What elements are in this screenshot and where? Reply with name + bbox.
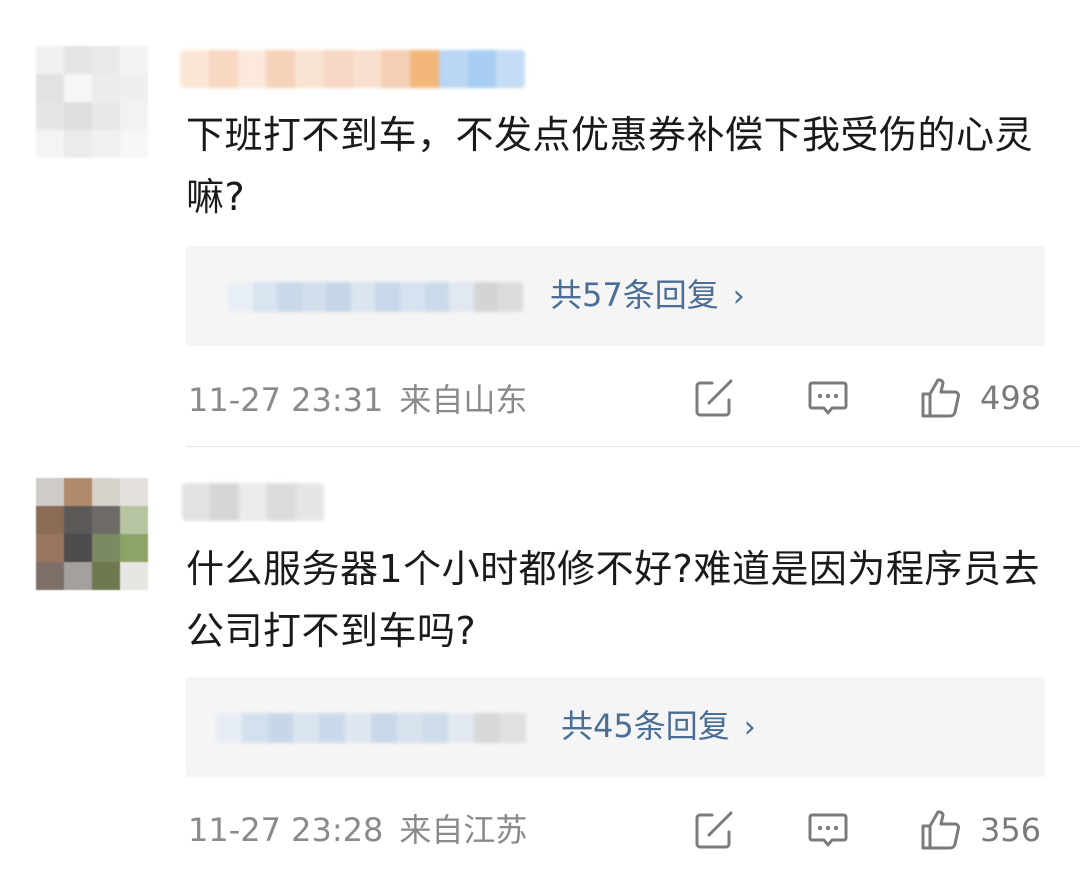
chevron-right-icon: › [743,710,756,745]
like-count: 356 [980,811,1042,849]
location: 来自江苏 [399,811,528,849]
share-icon [695,811,733,849]
timestamp: 11-27 23:28 [188,811,384,849]
username-blurred[interactable] [182,483,324,521]
share-button[interactable] [690,806,738,854]
comment-text: 什么服务器1个小时都修不好?难道是因为程序员去公司打不到车吗? [186,547,1040,653]
reply-preview-blurred [216,713,526,743]
comment-icon [808,813,848,847]
replies-button[interactable]: 共45条回复 › [186,677,1045,777]
reply-count-link[interactable]: 共45条回复 › [561,701,756,753]
avatar[interactable] [36,478,148,590]
comment-meta: 11-27 23:28 来自江苏 [188,810,527,850]
like-button[interactable]: 356 [916,806,1041,854]
comment-button[interactable] [804,806,852,854]
comment-item: 什么服务器1个小时都修不好?难道是因为程序员去公司打不到车吗? 共45条回复 › … [0,0,1080,895]
reply-count-label: 共45条回复 [561,707,730,745]
like-icon [921,810,960,850]
